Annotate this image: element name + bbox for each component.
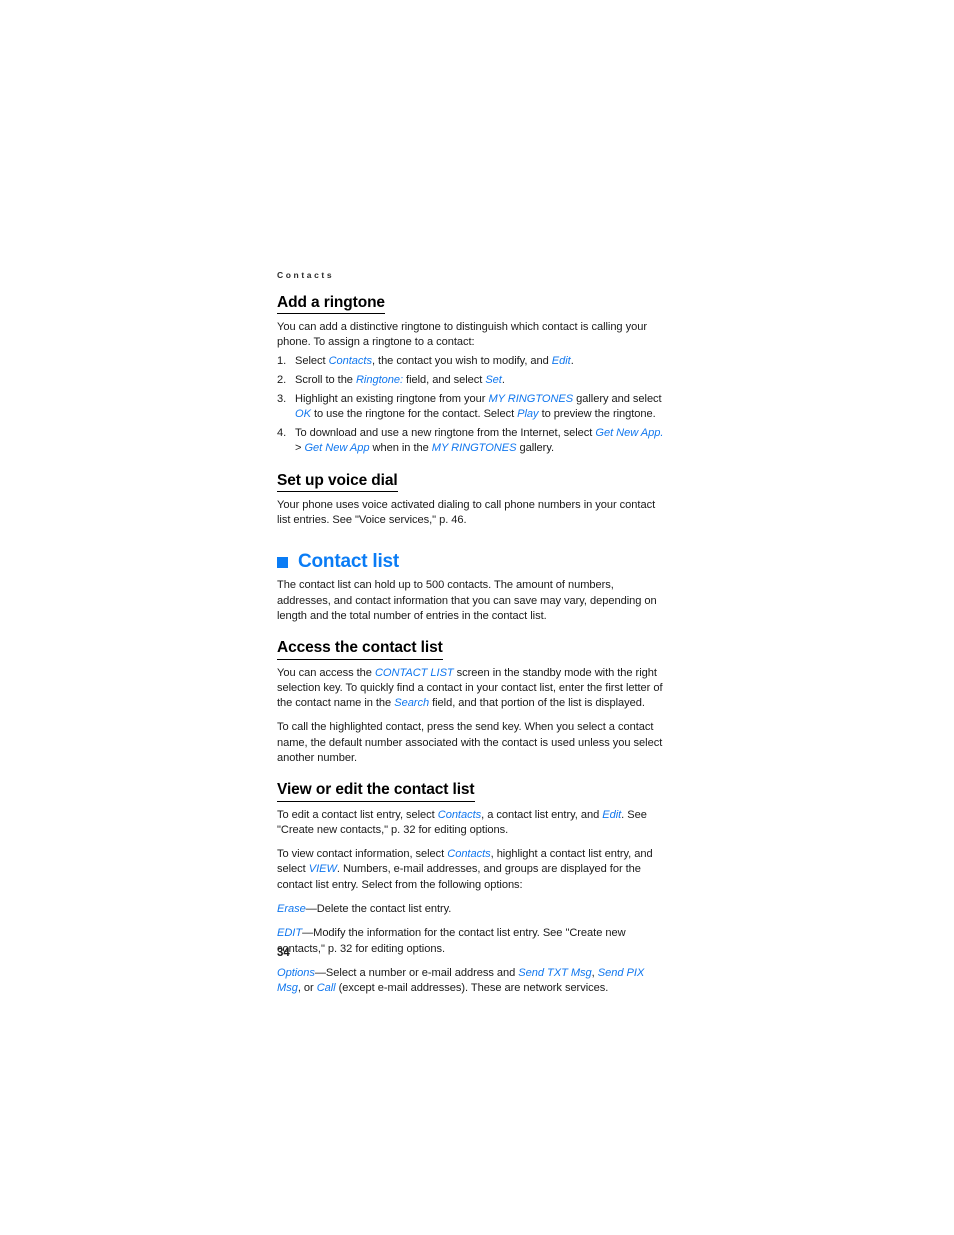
- list-item-number: 1.: [277, 355, 287, 368]
- ui-term: Get New App: [304, 442, 370, 455]
- section-set-up-voice-dial-header: Set up voice dial: [277, 472, 669, 495]
- list-add-ringtone-steps: 1. Select Contacts, the contact you wish …: [277, 354, 669, 456]
- ui-term: OK: [295, 408, 311, 421]
- ui-term: Contacts: [447, 848, 491, 861]
- option-item: EDIT—Modify the information for the cont…: [277, 927, 626, 955]
- heading-add-a-ringtone: Add a ringtone: [277, 294, 385, 314]
- heading-set-up-voice-dial: Set up voice dial: [277, 472, 398, 492]
- ui-term: Play: [517, 408, 539, 421]
- list-item: 2. Scroll to the Ringtone: field, and sel…: [277, 373, 669, 388]
- list-item-number: 4.: [277, 427, 287, 440]
- paragraph-view-edit-1: To edit a contact list entry, select Con…: [277, 808, 647, 836]
- ui-term: Edit: [551, 355, 571, 368]
- option-item: Options—Select a number or e-mail addres…: [277, 966, 645, 995]
- paragraph-access-contact-list-2: To call the highlighted contact, press t…: [277, 721, 663, 764]
- option-item: Erase—Delete the contact list entry.: [277, 903, 452, 916]
- paragraph-add-ringtone-intro: You can add a distinctive ringtone to di…: [277, 320, 647, 349]
- ui-term: Contacts: [437, 808, 482, 821]
- ui-term: Options: [277, 966, 315, 979]
- ui-term: CONTACT LIST: [374, 666, 454, 679]
- page-number: 34: [277, 947, 290, 959]
- ui-term: Ringtone:: [355, 374, 404, 387]
- section-access-contact-list-header: Access the contact list: [277, 639, 669, 662]
- ui-term: Get New App.: [595, 427, 664, 440]
- paragraph-contact-list-capacity: The contact list can hold up to 500 cont…: [277, 579, 657, 622]
- ui-term: Edit: [602, 808, 622, 821]
- ui-term: Set: [485, 374, 502, 387]
- paragraph-voice-dial: Your phone uses voice activated dialing …: [277, 498, 656, 527]
- list-item: 3. Highlight an existing ringtone from yo…: [277, 392, 662, 421]
- heading-contact-list: Contact list: [277, 551, 669, 574]
- section-add-a-ringtone-header: Add a ringtone: [277, 294, 669, 317]
- heading-contact-list-label: Contact list: [298, 550, 400, 572]
- heading-view-or-edit-the-contact-list: View or edit the contact list: [277, 781, 475, 802]
- ui-term: Call: [316, 982, 336, 995]
- ui-term: Contacts: [328, 355, 372, 368]
- ui-term: MY RINGTONES: [431, 442, 517, 455]
- section-view-edit-contact-list-header: View or edit the contact list: [277, 781, 669, 804]
- running-head: Contacts: [277, 270, 335, 280]
- ui-term: EDIT: [277, 927, 303, 940]
- page-content: Contacts Add a ringtone You can add a di…: [277, 271, 669, 1006]
- ui-term: Erase: [277, 903, 306, 916]
- list-item-number: 3.: [277, 392, 287, 405]
- ui-term: Send TXT Msg: [518, 966, 592, 979]
- paragraph-view-edit-2: To view contact information, select Cont…: [277, 848, 653, 891]
- list-item-number: 2.: [277, 374, 287, 387]
- list-view-edit-options: Erase—Delete the contact list entry. EDIT…: [277, 902, 669, 996]
- ui-term: VIEW: [308, 863, 337, 876]
- paragraph-access-contact-list-1: You can access the CONTACT LIST screen i…: [277, 666, 663, 710]
- list-item: 1. Select Contacts, the contact you wish …: [277, 354, 669, 369]
- heading-access-the-contact-list: Access the contact list: [277, 639, 443, 660]
- ui-term: MY RINGTONES: [488, 392, 574, 405]
- square-bullet-icon: [277, 557, 288, 569]
- ui-term: Search: [394, 697, 430, 710]
- list-item: 4. To download and use a new ringtone fro…: [277, 427, 664, 455]
